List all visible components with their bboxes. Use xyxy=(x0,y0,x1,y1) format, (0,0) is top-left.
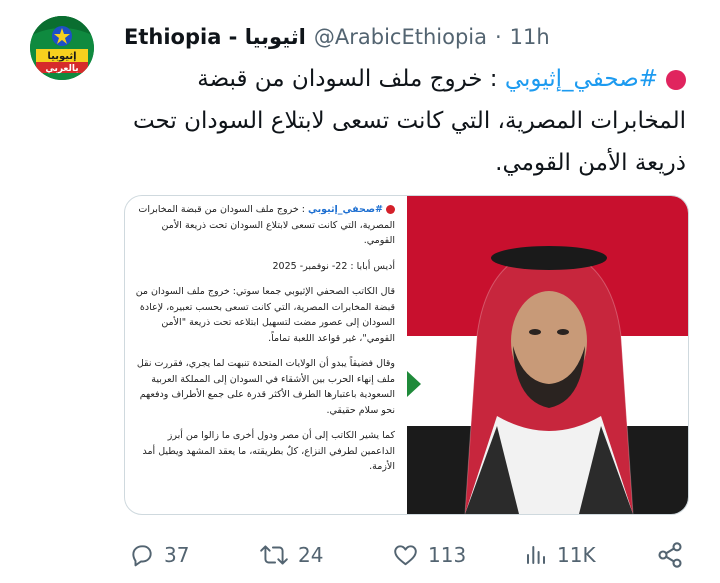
red-circle-icon xyxy=(666,69,686,90)
article-image: #صحفي_إثيوبي : خروج ملف السودان من قبضة … xyxy=(125,196,407,514)
article-red-dot-icon xyxy=(386,205,395,214)
action-bar: 37 24 113 11K xyxy=(0,535,720,575)
tweet-text: #صحفي_إثيوبي : خروج ملف السودان من قبضة … xyxy=(124,58,686,184)
share-button[interactable] xyxy=(656,535,684,575)
like-icon xyxy=(394,545,417,566)
views-icon xyxy=(527,546,545,564)
author-handle[interactable]: @ArabicEthiopia xyxy=(314,25,487,49)
reply-button[interactable]: 37 xyxy=(129,535,189,575)
article-hashtag: #صحفي_إثيوبي xyxy=(307,204,383,215)
separator-dot: · xyxy=(494,25,502,49)
article-paragraph-3: كما يشير الكاتب إلى أن مصر ودول أخرى ما … xyxy=(142,430,395,472)
avatar-text-top: إثيوبيا xyxy=(47,51,76,62)
tweet-time[interactable]: 11h xyxy=(510,25,550,49)
media-card[interactable]: #صحفي_إثيوبي : خروج ملف السودان من قبضة … xyxy=(124,195,689,515)
avatar[interactable]: إثيوبيا بالعربي xyxy=(30,16,94,80)
author-name[interactable]: Ethiopia - اثيوبيا xyxy=(124,25,306,49)
retweet-count: 24 xyxy=(298,543,324,567)
portrait-illustration-icon xyxy=(407,196,688,514)
article-paragraph-1: قال الكاتب الصحفي الإثيوبي جمعا سوتي: خر… xyxy=(135,286,395,344)
views-button[interactable]: 11K xyxy=(524,535,596,575)
article-headline: #صحفي_إثيوبي : خروج ملف السودان من قبضة … xyxy=(133,202,395,249)
reply-icon xyxy=(132,545,152,567)
tweet-header: Ethiopia - اثيوبيا @ArabicEthiopia · 11h xyxy=(124,20,684,54)
retweet-icon xyxy=(260,545,288,565)
article-paragraph-2: وقال فضيقاً يبدو أن الولايات المتحدة تنب… xyxy=(136,358,395,416)
share-icon xyxy=(658,542,682,568)
reply-count: 37 xyxy=(164,543,190,567)
article-dateline: أديس أبابا : 22- نوفمبر- 2025 xyxy=(272,260,395,272)
like-count: 113 xyxy=(428,543,467,567)
views-count: 11K xyxy=(557,543,596,567)
tweet-hashtag[interactable]: #صحفي_إثيوبي xyxy=(505,66,658,92)
avatar-text-bottom: بالعربي xyxy=(45,64,78,74)
portrait-photo xyxy=(407,196,688,514)
avatar-logo-icon: إثيوبيا بالعربي xyxy=(30,16,94,80)
like-button[interactable]: 113 xyxy=(392,535,466,575)
retweet-button[interactable]: 24 xyxy=(259,535,323,575)
